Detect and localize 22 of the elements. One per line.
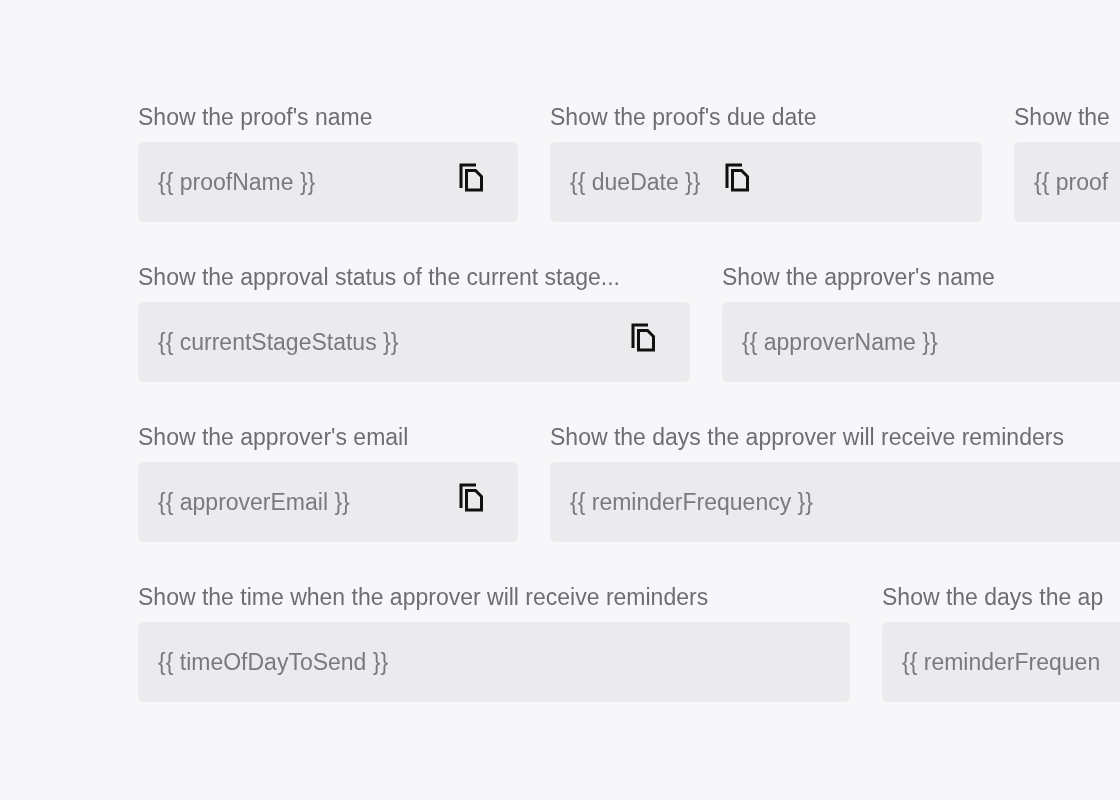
input-field[interactable]: {{ proofName }} [138,142,518,222]
field-label: Show the time when the approver will receive reminders [138,583,709,612]
input-field[interactable]: {{ reminderFrequen [882,622,1120,702]
field-label: Show the [1014,103,1110,132]
field-label: Show the approval status of the current stage... [138,263,620,292]
field-label: Show the proof's name [138,103,373,132]
copy-icon[interactable] [724,162,751,192]
field-label: Show the days the approver will receive reminders [550,423,1064,452]
input-field[interactable]: {{ approverEmail }} [138,462,518,542]
copy-icon[interactable] [458,482,484,512]
input-field[interactable]: {{ approverName }} [722,302,1120,382]
input-field[interactable]: {{ proof [1014,142,1120,222]
field-label: Show the proof's due date [550,103,817,132]
copy-icon[interactable] [458,162,484,192]
field-label: Show the days the ap [882,583,1104,612]
input-field[interactable]: {{ reminderFrequency }} [550,462,1120,542]
input-field[interactable]: {{ currentStageStatus }} [138,302,690,382]
field-label: Show the approver's name [722,263,995,292]
copy-icon[interactable] [630,322,656,352]
field-label: Show the approver's email [138,423,409,452]
input-field[interactable]: {{ dueDate }} [550,142,982,222]
input-field[interactable]: {{ timeOfDayToSend }} [138,622,850,702]
